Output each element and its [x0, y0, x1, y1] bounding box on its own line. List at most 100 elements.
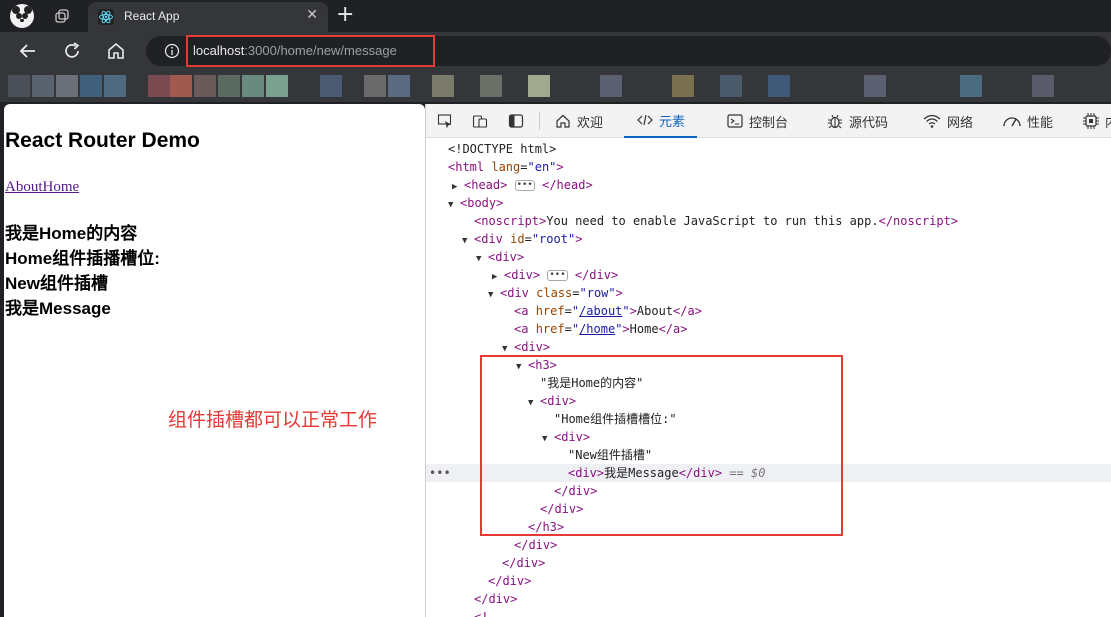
tag: <a [514, 304, 529, 318]
bookmark-item[interactable] [528, 75, 550, 97]
href-link[interactable]: /about [579, 304, 622, 318]
tab-console[interactable]: 控制台 [726, 104, 788, 138]
site-info-icon[interactable] [164, 43, 180, 59]
bookmark-item[interactable] [32, 75, 54, 97]
tag: <div> [488, 250, 525, 264]
tag: <noscript> [474, 214, 547, 228]
attr-name: lang [491, 160, 521, 174]
bookmark-item[interactable] [720, 75, 742, 97]
dom-node[interactable]: <!-- [426, 608, 1111, 617]
bookmark-item[interactable] [672, 75, 694, 97]
nav-links: AboutHome [5, 179, 79, 196]
wifi-icon [923, 114, 941, 128]
tab-label: 内 [1105, 112, 1111, 131]
reload-icon[interactable] [61, 40, 83, 62]
dom-node[interactable]: ▶ <head> ••• </head> [426, 176, 1111, 194]
collapsed-ellipsis-icon[interactable]: ••• [514, 180, 535, 191]
bookmark-item[interactable] [56, 75, 78, 97]
devtools-tab-bar: 欢迎 元素 控制台 源代码 网络 性能 内 [426, 104, 1111, 138]
profile-avatar[interactable] [10, 4, 34, 28]
more-options-icon[interactable]: ••• [429, 464, 451, 482]
dom-node[interactable]: <html lang="en"> [426, 158, 1111, 176]
tag: <!-- [474, 610, 503, 617]
bookmark-item[interactable] [148, 75, 170, 97]
workspaces-icon[interactable] [54, 8, 70, 24]
tag: <body> [460, 196, 504, 210]
bookmark-item[interactable] [218, 75, 240, 97]
dom-node[interactable]: </div> [426, 590, 1111, 608]
tag: <html [448, 160, 485, 174]
dom-node[interactable]: </div> [426, 536, 1111, 554]
tab-label: 控制台 [749, 115, 789, 131]
tab-label: 欢迎 [577, 115, 604, 131]
bookmark-item[interactable] [194, 75, 216, 97]
tab-strip: React App ✕ + [0, 0, 1111, 32]
attr-name: href [535, 304, 565, 318]
bug-icon [828, 114, 842, 129]
bookmark-item[interactable] [242, 75, 264, 97]
bookmark-item[interactable] [80, 75, 102, 97]
tag: <div> [514, 340, 551, 354]
link-home[interactable]: Home [43, 179, 80, 195]
bookmark-item[interactable] [388, 75, 410, 97]
bookmark-item[interactable] [960, 75, 982, 97]
home-icon[interactable] [105, 40, 127, 62]
bookmark-item[interactable] [8, 75, 30, 97]
link-about[interactable]: About [5, 179, 43, 195]
text-node: Home [629, 322, 659, 336]
tab-title: React App [124, 9, 180, 23]
tab-sources[interactable]: 源代码 [826, 104, 888, 138]
new-slot-line: New组件插槽 [5, 274, 108, 293]
href-link[interactable]: /home [579, 322, 615, 336]
dock-side-icon[interactable] [508, 113, 524, 129]
device-emulation-icon[interactable] [472, 113, 488, 129]
bookmark-item[interactable] [600, 75, 622, 97]
dom-node[interactable]: <a href="/about">About</a> [426, 302, 1111, 320]
attr-name: href [535, 322, 565, 336]
home-icon [556, 114, 570, 128]
tag: </noscript> [878, 214, 959, 228]
code-tags-icon [637, 114, 653, 126]
dom-node[interactable]: ▼ <div> [426, 248, 1111, 266]
tab-label: 性能 [1027, 115, 1054, 131]
bookmark-item[interactable] [170, 75, 192, 97]
dom-node[interactable]: <noscript>You need to enable JavaScript … [426, 212, 1111, 230]
dom-node[interactable]: ▼ <body> [426, 194, 1111, 212]
page-viewport: React Router Demo AboutHome 我是Home的内容 Ho… [4, 104, 425, 617]
attr-value: "row" [579, 286, 616, 300]
dom-node[interactable]: </div> [426, 554, 1111, 572]
inspect-element-icon[interactable] [437, 113, 453, 129]
tab-more[interactable]: 内 [1082, 104, 1111, 138]
doctype: <!DOCTYPE html> [448, 142, 557, 156]
tag: </div> [474, 592, 518, 606]
chip-icon [1083, 113, 1099, 129]
bookmark-item[interactable] [104, 75, 126, 97]
tab-network[interactable]: 网络 [922, 104, 973, 138]
home-slot-line: Home组件插播槽位: [5, 249, 160, 268]
bookmark-item[interactable] [768, 75, 790, 97]
bookmark-item[interactable] [320, 75, 342, 97]
tab-elements[interactable]: 元素 [624, 104, 698, 138]
collapsed-ellipsis-icon[interactable]: ••• [547, 270, 568, 281]
bookmark-item[interactable] [432, 75, 454, 97]
new-tab-button[interactable]: + [336, 3, 354, 27]
bookmark-item[interactable] [864, 75, 886, 97]
dom-node[interactable]: <!DOCTYPE html> [426, 140, 1111, 158]
back-arrow-icon[interactable] [17, 40, 39, 62]
dom-node[interactable]: ▼ <div id="root"> [426, 230, 1111, 248]
dom-node[interactable]: ▼ <div class="row"> [426, 284, 1111, 302]
bookmark-item[interactable] [1032, 75, 1054, 97]
bookmark-item[interactable] [266, 75, 288, 97]
tab-welcome[interactable]: 欢迎 [554, 104, 603, 138]
bookmark-item[interactable] [480, 75, 502, 97]
tab-react-app[interactable]: React App ✕ [88, 2, 328, 32]
dom-node[interactable]: <a href="/home">Home</a> [426, 320, 1111, 338]
browser-toolbar: localhost:3000/home/new/message [0, 32, 1111, 70]
tag: <div [500, 286, 529, 300]
tab-performance[interactable]: 性能 [1002, 104, 1053, 138]
bookmark-item[interactable] [364, 75, 386, 97]
dom-node[interactable]: </div> [426, 572, 1111, 590]
dom-node[interactable]: ▼ <div> [426, 338, 1111, 356]
close-tab-icon[interactable]: ✕ [306, 7, 318, 23]
dom-node[interactable]: ▶ <div> ••• </div> [426, 266, 1111, 284]
